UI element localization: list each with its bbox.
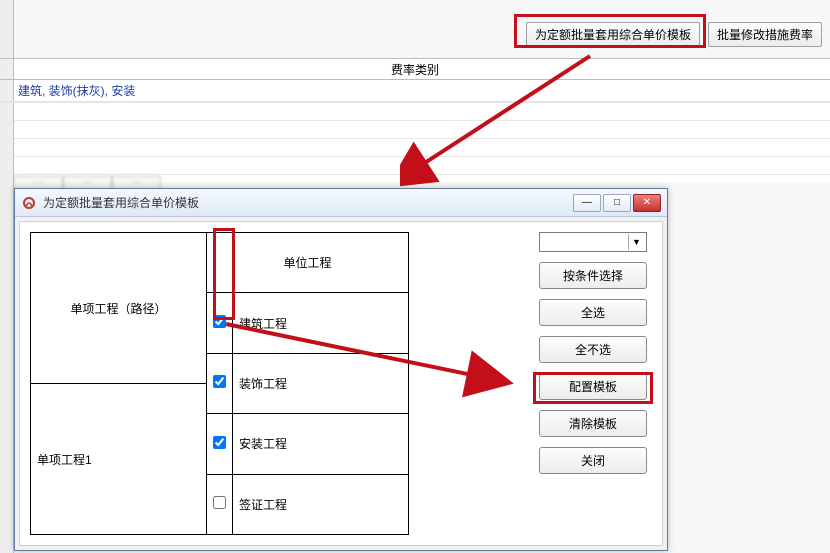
dialog-title: 为定额批量套用综合单价模板: [43, 194, 573, 211]
category-header-row: 费率类别: [0, 58, 830, 80]
close-window-button[interactable]: ✕: [633, 194, 661, 212]
unit-checkbox-1[interactable]: [213, 375, 226, 388]
app-icon: [21, 195, 37, 211]
unit-table: 单位工程 建筑工程 装饰工程 安装工程: [206, 232, 409, 535]
unit-project-header: 单位工程: [207, 233, 409, 293]
unit-row[interactable]: 建筑工程: [207, 293, 409, 353]
unit-checkbox-3[interactable]: [213, 496, 226, 509]
category-header-label: 费率类别: [391, 61, 439, 78]
modify-rate-button[interactable]: 批量修改措施费率: [708, 22, 822, 47]
unit-row[interactable]: 装饰工程: [207, 353, 409, 413]
apply-template-dialog: 为定额批量套用综合单价模板 — □ ✕ 单项工程（路径） 单项工程1: [14, 188, 668, 551]
row1-text: 建筑, 装饰(抹灰), 安装: [14, 82, 135, 99]
minimize-button[interactable]: —: [573, 194, 601, 212]
unit-row[interactable]: 签证工程: [207, 474, 409, 534]
unit-checkbox-2[interactable]: [213, 436, 226, 449]
close-button[interactable]: 关闭: [539, 447, 647, 474]
unit-label-1: 装饰工程: [233, 353, 409, 413]
project-cell[interactable]: 单项工程1: [31, 384, 207, 535]
deselect-all-button[interactable]: 全不选: [539, 336, 647, 363]
select-all-button[interactable]: 全选: [539, 299, 647, 326]
apply-template-button[interactable]: 为定额批量套用综合单价模板: [526, 22, 700, 47]
data-row[interactable]: 建筑, 装饰(抹灰), 安装: [0, 80, 830, 102]
template-combo[interactable]: ▼: [539, 232, 647, 252]
unit-label-2: 安装工程: [233, 414, 409, 474]
configure-template-button[interactable]: 配置模板: [539, 373, 647, 400]
unit-checkbox-0[interactable]: [213, 315, 226, 328]
project-path-header: 单项工程（路径）: [31, 233, 207, 384]
select-by-condition-button[interactable]: 按条件选择: [539, 262, 647, 289]
dialog-titlebar[interactable]: 为定额批量套用综合单价模板 — □ ✕: [15, 189, 667, 217]
project-table: 单项工程（路径） 单项工程1: [30, 232, 207, 535]
chevron-down-icon: ▼: [628, 234, 644, 250]
maximize-button[interactable]: □: [603, 194, 631, 212]
unit-label-0: 建筑工程: [233, 293, 409, 353]
unit-label-3: 签证工程: [233, 474, 409, 534]
clear-template-button[interactable]: 清除模板: [539, 410, 647, 437]
empty-grid: [0, 102, 830, 182]
unit-row[interactable]: 安装工程: [207, 414, 409, 474]
